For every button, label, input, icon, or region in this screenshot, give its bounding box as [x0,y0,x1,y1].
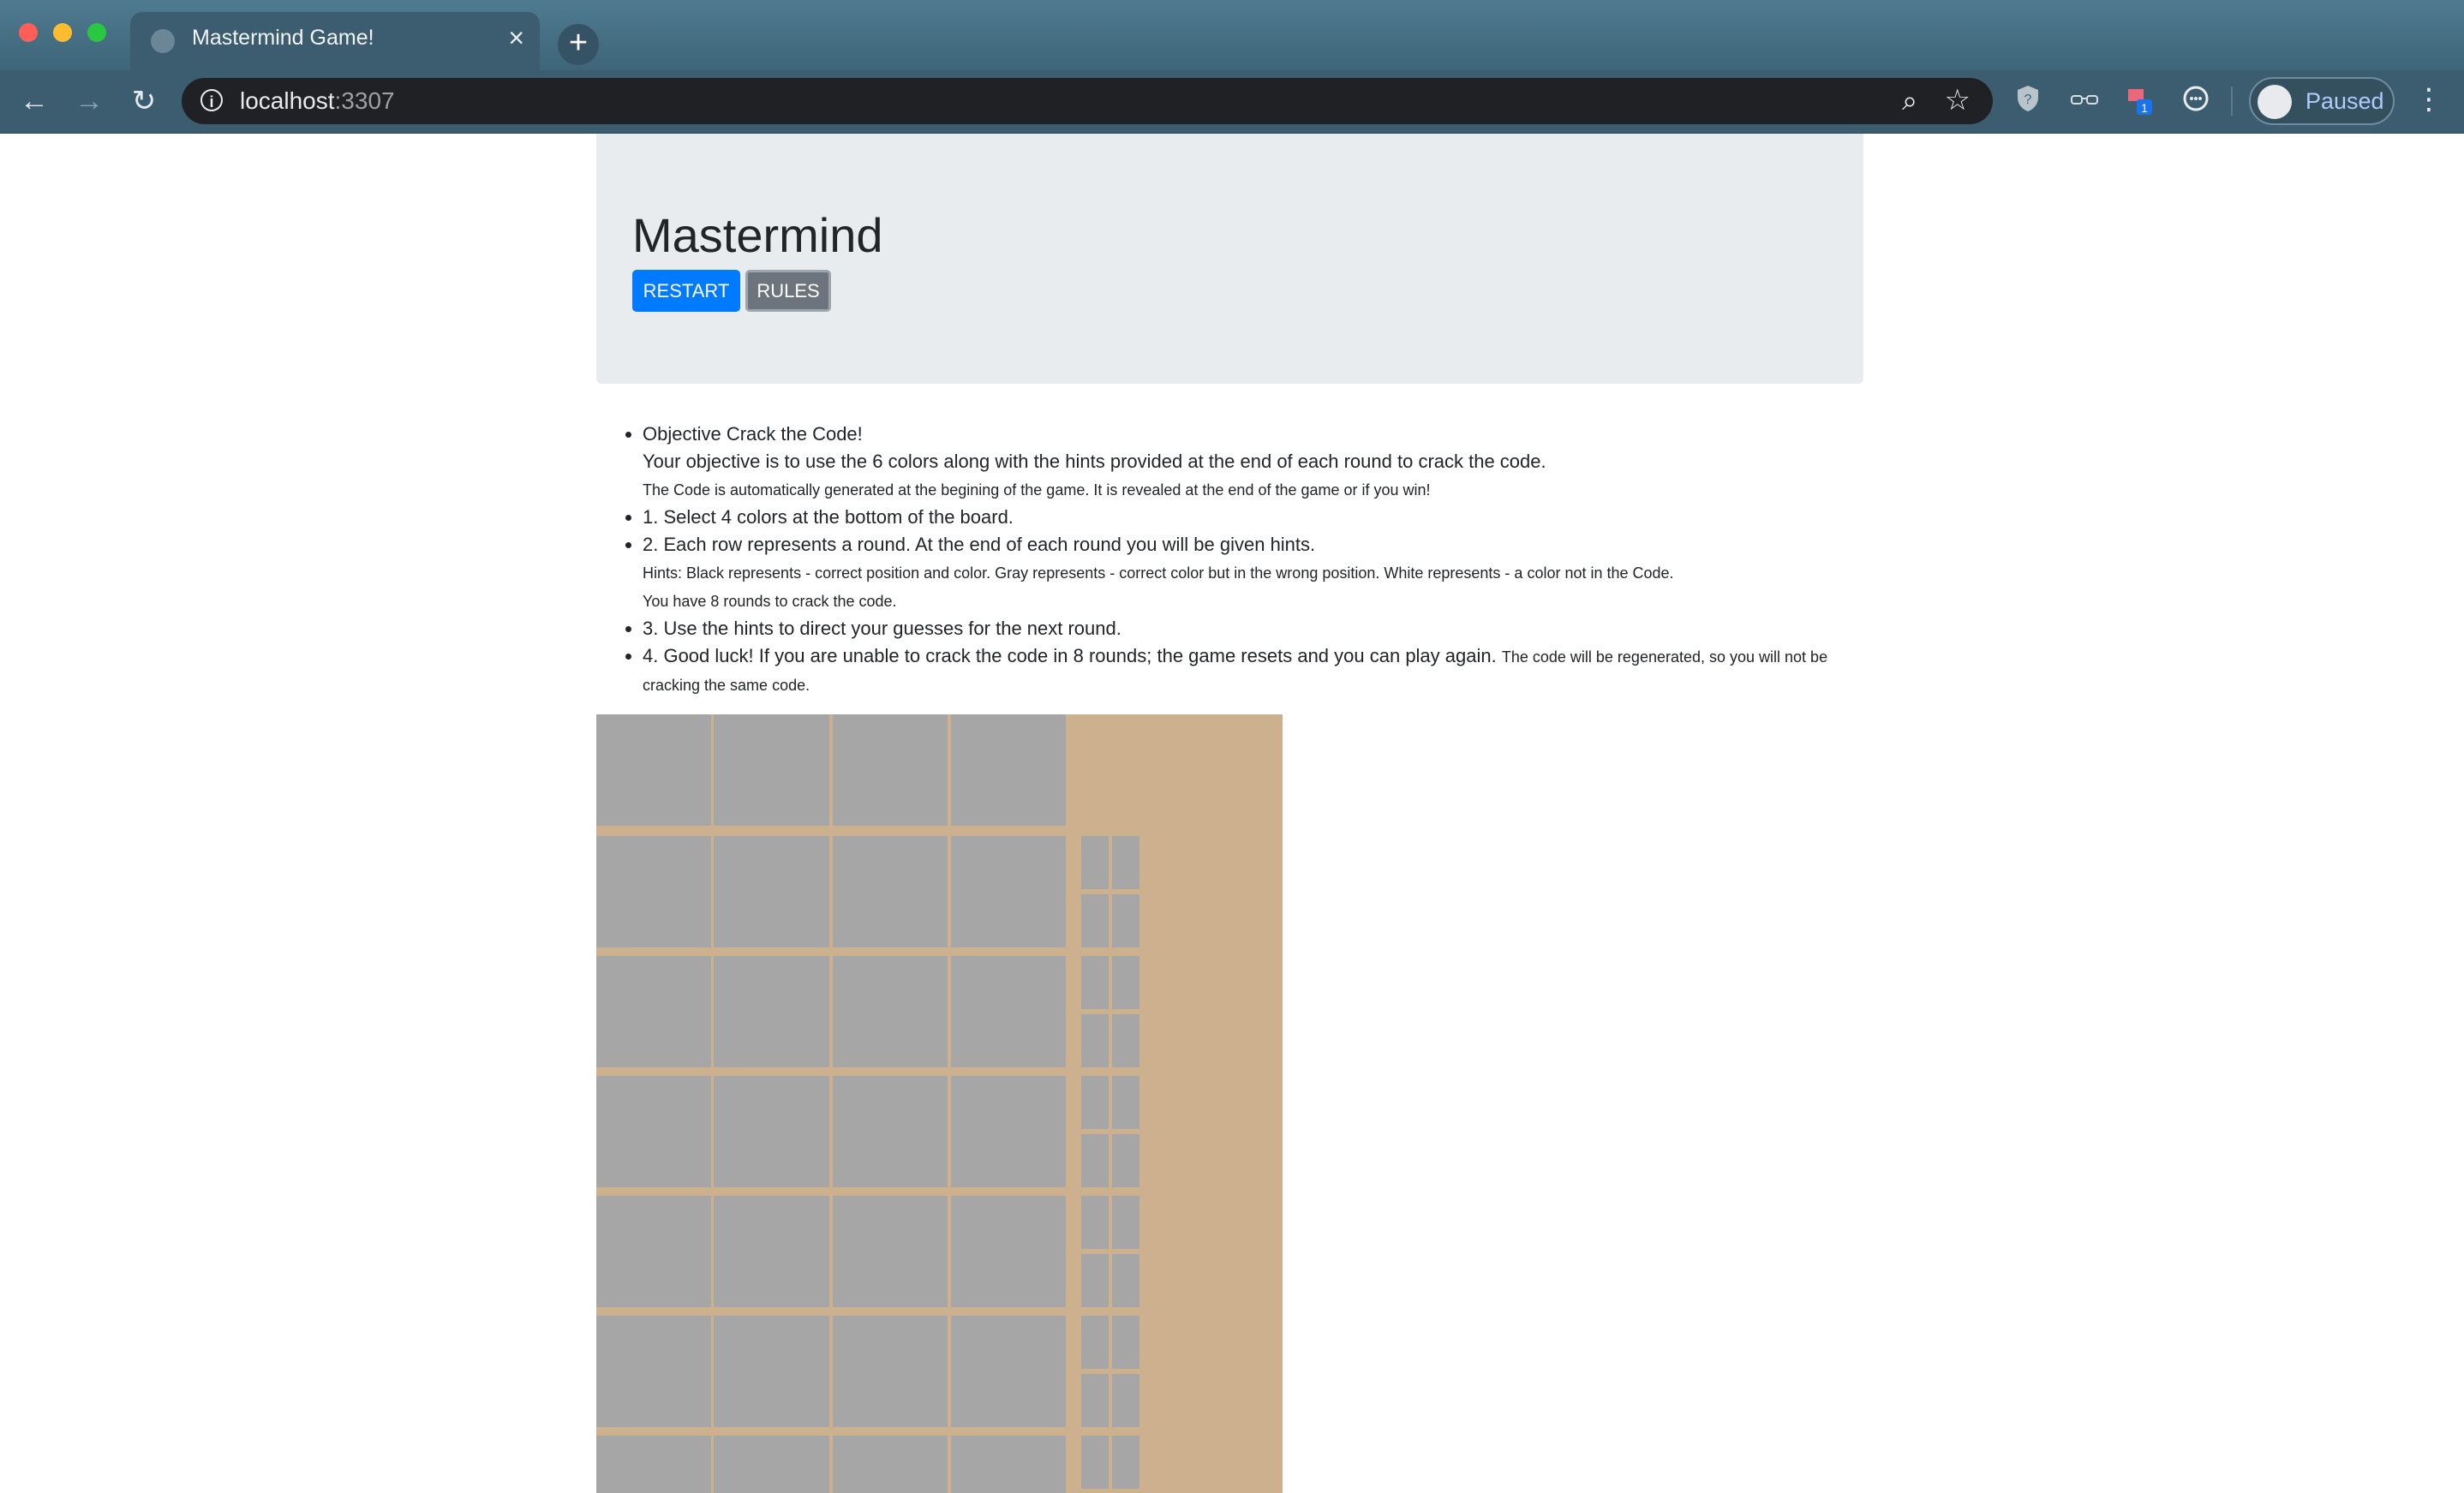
list-item: 3. Use the hints to direct your guesses … [643,615,1864,642]
back-arrow-icon[interactable]: ← [15,82,53,120]
peg-slot[interactable] [714,1076,829,1187]
peg-slot[interactable] [833,836,948,947]
hint-peg [1112,894,1139,947]
game-board [596,714,1283,1493]
peg-slot[interactable] [833,956,948,1067]
window-maximize-button[interactable] [87,23,106,42]
page-title: Mastermind [632,208,883,262]
hint-peg [1081,956,1109,1009]
peg-slot[interactable] [596,714,711,826]
browser-tab[interactable]: Mastermind Game! × [130,12,540,70]
peg-slot[interactable] [714,1316,829,1427]
restart-button[interactable]: RESTART [632,270,740,312]
peg-slot[interactable] [714,1436,829,1493]
peg-slot[interactable] [951,1316,1066,1427]
peg-slot[interactable] [833,1196,948,1307]
hint-peg [1081,1436,1109,1489]
hints-text: Hints: Black represents - correct positi… [643,564,1674,582]
rules-button[interactable]: RULES [745,270,831,312]
peg-slot[interactable] [833,1316,948,1427]
window-minimize-button[interactable] [53,23,72,42]
new-tab-button[interactable]: + [558,24,599,65]
hint-peg [1081,1076,1109,1129]
toolbar-divider [2231,87,2233,116]
hint-peg [1112,1436,1139,1489]
peg-slot[interactable] [596,836,711,947]
profile-button[interactable]: Paused [2249,77,2395,125]
hint-peg [1081,1014,1109,1067]
peg-slot[interactable] [833,1076,948,1187]
list-item: 1. Select 4 colors at the bottom of the … [643,504,1864,531]
shield-extension-icon[interactable]: ? [2012,84,2044,116]
rules-list: Objective Crack the Code! Your objective… [596,421,1864,699]
hint-peg [1081,1196,1109,1249]
objective-text: Your objective is to use the 6 colors al… [643,451,1546,472]
profile-label: Paused [2306,88,2384,114]
hint-peg [1112,1076,1139,1129]
hint-peg [1112,1134,1139,1187]
page-viewport: Mastermind RESTART RULES Objective Crack… [0,134,2464,1493]
peg-slot[interactable] [714,1196,829,1307]
hint-peg [1112,1014,1139,1067]
list-item: Objective Crack the Code! Your objective… [643,421,1864,504]
peg-slot[interactable] [951,1436,1066,1493]
hint-peg [1081,1134,1109,1187]
flag-extension-icon[interactable]: 1 [2123,84,2156,116]
peg-slot[interactable] [596,1076,711,1187]
menu-kebab-icon[interactable]: ⋮ [2414,82,2443,116]
peg-slot[interactable] [951,1076,1066,1187]
browser-tab-strip: Mastermind Game! × + [0,0,2464,70]
hint-peg [1112,1316,1139,1369]
hint-peg [1081,836,1109,889]
hint-peg [1081,1254,1109,1307]
hint-peg [1112,956,1139,1009]
peg-slot[interactable] [951,1196,1066,1307]
peg-slot[interactable] [833,1436,948,1493]
hint-peg [1081,1316,1109,1369]
peg-slot[interactable] [833,714,948,826]
glasses-extension-icon[interactable] [2068,84,2101,116]
bookmark-star-icon[interactable]: ☆ [1945,83,1971,117]
peg-slot[interactable] [596,1436,711,1493]
site-info-icon[interactable]: i [200,89,223,111]
hint-peg [1112,1196,1139,1249]
peg-slot[interactable] [951,714,1066,826]
svg-text:?: ? [2024,93,2032,107]
dots-extension-icon[interactable] [2180,84,2212,116]
avatar-icon [2258,85,2292,119]
globe-icon [151,29,175,53]
reload-icon[interactable]: ↻ [125,82,163,120]
objective-title: Objective Crack the Code! [643,423,863,445]
peg-slot[interactable] [596,956,711,1067]
list-item: 4. Good luck! If you are unable to crack… [643,642,1864,699]
address-bar[interactable]: i localhost:3307 ⌕ ☆ [182,78,1993,124]
window-close-button[interactable] [19,23,38,42]
tab-title: Mastermind Game! [192,26,374,50]
peg-slot[interactable] [951,836,1066,947]
tab-close-icon[interactable]: × [508,22,524,54]
list-item: 2. Each row represents a round. At the e… [643,531,1864,615]
peg-slot[interactable] [596,1196,711,1307]
url-text: localhost:3307 [240,87,395,114]
zoom-icon[interactable]: ⌕ [1902,85,1917,117]
peg-slot[interactable] [714,836,829,947]
forward-arrow-icon[interactable]: → [70,82,108,120]
hint-peg [1112,1254,1139,1307]
peg-slot[interactable] [951,956,1066,1067]
peg-slot[interactable] [714,956,829,1067]
objective-note: The Code is automatically generated at t… [643,481,1431,499]
svg-text:1: 1 [2141,101,2148,115]
peg-slot[interactable] [714,714,829,826]
hint-peg [1112,1374,1139,1427]
peg-slot[interactable] [596,1316,711,1427]
header-jumbotron: Mastermind RESTART RULES [596,134,1863,384]
hint-peg [1081,1374,1109,1427]
rounds-text: You have 8 rounds to crack the code. [643,593,897,610]
hint-peg [1112,836,1139,889]
hint-peg [1081,894,1109,947]
